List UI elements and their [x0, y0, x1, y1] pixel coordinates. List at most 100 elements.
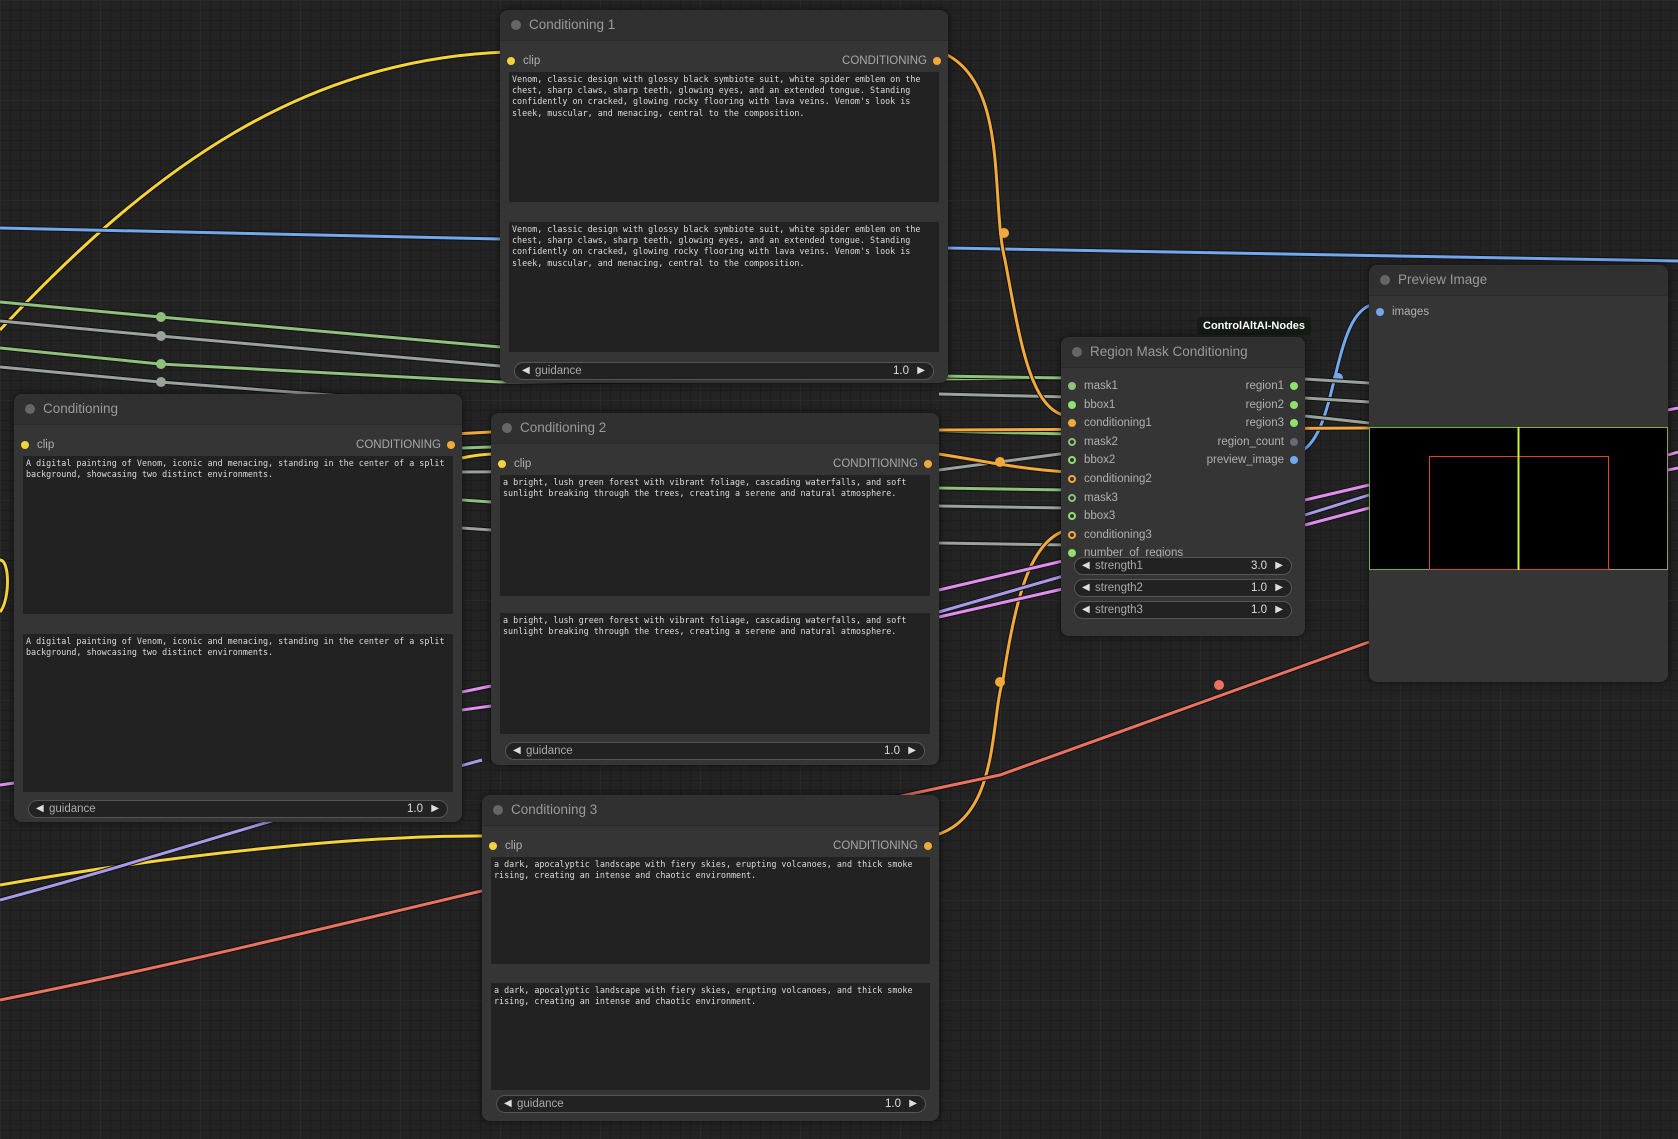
input-bbox2[interactable]: bbox2	[1067, 451, 1115, 469]
prompt-textarea-1[interactable]: a bright, lush green forest with vibrant…	[500, 475, 930, 596]
input-clip[interactable]: clip	[488, 837, 522, 855]
wire-reroute-dot[interactable]	[156, 331, 166, 341]
input-slot-icon[interactable]	[1068, 475, 1076, 483]
increment-arrow-icon[interactable]: ▶	[1275, 580, 1283, 596]
input-conditioning2[interactable]: conditioning2	[1067, 470, 1152, 488]
input-mask3[interactable]: mask3	[1067, 489, 1118, 507]
strength1-widget[interactable]: ◀ strength1 3.0 ▶	[1074, 557, 1292, 575]
output-slot-icon[interactable]	[1290, 456, 1298, 465]
wire-reroute-dot[interactable]	[156, 359, 166, 369]
node-title[interactable]: Region Mask Conditioning	[1061, 337, 1305, 368]
collapse-dot-icon[interactable]	[25, 404, 35, 414]
collapse-dot-icon[interactable]	[1072, 347, 1082, 357]
decrement-arrow-icon[interactable]: ◀	[513, 743, 521, 759]
output-region1[interactable]: region1	[1246, 377, 1299, 395]
conditioning-slot-icon[interactable]	[924, 842, 932, 850]
purple-wire-d[interactable]	[461, 704, 492, 712]
guidance-widget[interactable]: ◀ guidance 1.0 ▶	[514, 362, 934, 380]
decrement-arrow-icon[interactable]: ◀	[36, 801, 44, 817]
node-conditioning[interactable]: Conditioning clip CONDITIONING A digital…	[14, 394, 462, 822]
node-title[interactable]: Preview Image	[1369, 265, 1668, 296]
clip-slot-icon[interactable]	[498, 460, 506, 468]
prompt-textarea-1[interactable]: A digital painting of Venom, iconic and …	[23, 456, 453, 614]
wire-reroute-dot[interactable]	[995, 677, 1005, 687]
prompt-textarea-2[interactable]: a dark, apocalyptic landscape with fiery…	[491, 983, 930, 1090]
increment-arrow-icon[interactable]: ▶	[1275, 602, 1283, 618]
node-title[interactable]: Conditioning 2	[491, 413, 939, 444]
guidance-widget[interactable]: ◀ guidance 1.0 ▶	[505, 742, 925, 760]
collapse-dot-icon[interactable]	[1380, 275, 1390, 285]
strength2-widget[interactable]: ◀ strength2 1.0 ▶	[1074, 579, 1292, 597]
wire-reroute-dot[interactable]	[995, 457, 1005, 467]
increment-arrow-icon[interactable]: ▶	[908, 743, 916, 759]
input-clip[interactable]: clip	[506, 52, 540, 70]
input-images[interactable]: images	[1375, 303, 1429, 321]
decrement-arrow-icon[interactable]: ◀	[504, 1096, 512, 1112]
input-slot-icon[interactable]	[1068, 549, 1076, 558]
purple-wire-a[interactable]	[938, 558, 1068, 592]
collapse-dot-icon[interactable]	[511, 20, 521, 30]
collapse-dot-icon[interactable]	[502, 423, 512, 433]
mask1-wire[interactable]	[0, 300, 501, 349]
input-mask2[interactable]: mask2	[1067, 433, 1118, 451]
input-slot-icon[interactable]	[1068, 512, 1076, 521]
decrement-arrow-icon[interactable]: ◀	[522, 363, 530, 379]
wire-reroute-dot[interactable]	[156, 377, 166, 387]
image-wire-right[interactable]	[947, 246, 1678, 263]
strength3-widget[interactable]: ◀ strength3 1.0 ▶	[1074, 601, 1292, 619]
increment-arrow-icon[interactable]: ▶	[917, 363, 925, 379]
output-region-count[interactable]: region_count	[1218, 433, 1300, 451]
prompt-textarea-2[interactable]: A digital painting of Venom, iconic and …	[23, 634, 453, 792]
output-region3[interactable]: region3	[1246, 414, 1299, 432]
image-wire-left[interactable]	[0, 226, 501, 241]
output-region2[interactable]: region2	[1246, 396, 1299, 414]
input-clip[interactable]: clip	[20, 436, 54, 454]
prompt-textarea-2[interactable]: Venom, classic design with glossy black …	[509, 222, 939, 352]
bbox1-wire[interactable]	[0, 319, 501, 368]
decrement-arrow-icon[interactable]: ◀	[1082, 580, 1090, 596]
decrement-arrow-icon[interactable]: ◀	[1082, 558, 1090, 574]
clip-wire-cond1[interactable]	[0, 50, 507, 332]
input-slot-icon[interactable]	[1068, 382, 1076, 390]
output-conditioning[interactable]: CONDITIONING	[833, 455, 933, 473]
node-title[interactable]: Conditioning	[14, 394, 462, 425]
image-slot-icon[interactable]	[1376, 308, 1384, 316]
purple-wire-f[interactable]	[1667, 406, 1678, 472]
wire-reroute-dot[interactable]	[156, 312, 166, 322]
prompt-textarea-1[interactable]: a dark, apocalyptic landscape with fiery…	[491, 857, 930, 964]
clip-slot-icon[interactable]	[21, 441, 29, 449]
input-conditioning3[interactable]: conditioning3	[1067, 526, 1152, 544]
guidance-widget[interactable]: ◀ guidance 1.0 ▶	[496, 1095, 926, 1113]
prompt-textarea-2[interactable]: a bright, lush green forest with vibrant…	[500, 613, 930, 734]
input-slot-icon[interactable]	[1068, 400, 1076, 409]
output-conditioning[interactable]: CONDITIONING	[833, 837, 933, 855]
output-slot-icon[interactable]	[1290, 437, 1298, 446]
input-slot-icon[interactable]	[1068, 419, 1076, 428]
increment-arrow-icon[interactable]: ▶	[1275, 558, 1283, 574]
wire-reroute-dot[interactable]	[1214, 680, 1224, 690]
increment-arrow-icon[interactable]: ▶	[909, 1096, 917, 1112]
collapse-dot-icon[interactable]	[493, 805, 503, 815]
mask1-in[interactable]	[938, 374, 1068, 380]
input-bbox3[interactable]: bbox3	[1067, 507, 1115, 525]
output-preview-image[interactable]: preview_image	[1207, 451, 1299, 469]
increment-arrow-icon[interactable]: ▶	[431, 801, 439, 817]
node-title[interactable]: Conditioning 3	[482, 795, 939, 826]
output-slot-icon[interactable]	[1290, 382, 1298, 390]
decrement-arrow-icon[interactable]: ◀	[1082, 602, 1090, 618]
input-bbox1[interactable]: bbox1	[1067, 396, 1115, 414]
input-conditioning1[interactable]: conditioning1	[1067, 414, 1152, 432]
node-conditioning-3[interactable]: Conditioning 3 clip CONDITIONING a dark,…	[482, 795, 939, 1121]
preview-image-canvas[interactable]	[1369, 427, 1668, 570]
node-conditioning-2[interactable]: Conditioning 2 clip CONDITIONING a brigh…	[491, 413, 939, 765]
input-slot-icon[interactable]	[1068, 456, 1076, 465]
guidance-widget[interactable]: ◀ guidance 1.0 ▶	[28, 800, 448, 818]
clip-slot-icon[interactable]	[507, 57, 515, 65]
wire-reroute-dot[interactable]	[999, 228, 1009, 238]
conditioning-slot-icon[interactable]	[933, 57, 941, 65]
output-conditioning[interactable]: CONDITIONING	[842, 52, 942, 70]
clip-slot-icon[interactable]	[489, 842, 497, 850]
output-slot-icon[interactable]	[1290, 400, 1298, 409]
input-slot-icon[interactable]	[1068, 493, 1076, 502]
input-slot-icon[interactable]	[1068, 437, 1076, 446]
